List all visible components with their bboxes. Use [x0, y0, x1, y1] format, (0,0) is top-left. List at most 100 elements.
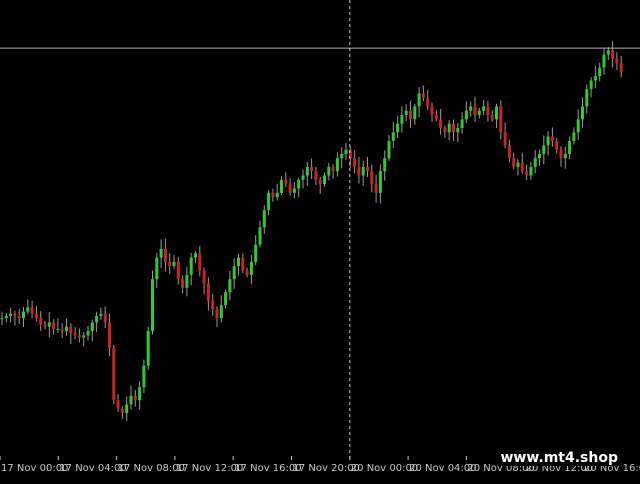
candle-body — [374, 184, 378, 193]
candle-body — [555, 140, 559, 150]
candle-body — [314, 171, 318, 180]
candle-body — [116, 400, 120, 409]
candle-body — [194, 253, 197, 258]
candle-body — [344, 149, 348, 154]
watermark-text: www.mt4.shop — [498, 450, 620, 466]
candle-body — [43, 324, 47, 327]
time-axis-tick-label: 17 Nov 00:00 — [1, 463, 68, 474]
candle-body — [305, 166, 309, 176]
time-axis-tick-label: 20 Nov 00:00 — [351, 463, 418, 474]
candle-body — [133, 395, 137, 401]
candle-body — [215, 309, 219, 319]
candle-body — [82, 335, 86, 338]
candle-body — [120, 408, 124, 414]
candle-body — [151, 279, 154, 332]
candle-body — [581, 106, 584, 120]
candle-body — [232, 266, 236, 280]
candle-body — [417, 93, 421, 107]
candle-body — [22, 311, 25, 319]
candle-body — [512, 158, 516, 167]
candle-body — [400, 115, 404, 124]
candle-body — [507, 145, 511, 159]
candle-body — [254, 244, 258, 262]
candle-body — [267, 192, 271, 211]
candle-body — [525, 171, 529, 176]
candle-body — [52, 322, 56, 329]
candle-body — [443, 128, 447, 133]
candle-body — [430, 106, 434, 116]
candle-body — [34, 313, 38, 319]
candle-body — [477, 110, 481, 116]
candle-body — [185, 274, 189, 288]
candle-body — [142, 365, 146, 388]
time-axis-tick-label: 17 Nov 04:00 — [59, 463, 126, 474]
candle-body — [4, 315, 8, 319]
candle-body — [404, 110, 408, 116]
candle-body — [516, 162, 520, 167]
candle-body — [125, 404, 129, 414]
candle-body — [323, 175, 326, 185]
candle-body — [69, 326, 73, 334]
candle-body — [288, 184, 292, 193]
candle-body — [219, 305, 223, 319]
candle-body — [77, 335, 81, 338]
candle-body — [56, 328, 60, 330]
candle-body — [262, 210, 266, 228]
candle-body — [473, 106, 477, 116]
candle-body — [310, 166, 314, 172]
candlestick-chart[interactable]: 17 Nov 00:0017 Nov 04:0017 Nov 08:0017 N… — [0, 0, 640, 480]
candle-body — [198, 253, 202, 271]
candle-body — [520, 162, 524, 172]
candle-body — [589, 80, 593, 90]
candle-body — [335, 158, 339, 172]
candle-body — [464, 110, 468, 120]
candle-body — [447, 123, 451, 133]
candle-body — [280, 179, 283, 193]
candle-body — [611, 50, 615, 59]
price-chart[interactable]: 17 Nov 00:00 17 Nov 04:00 17 Nov 08:00 17 N… — [0, 0, 640, 480]
candle-body — [189, 257, 193, 275]
candle-body — [409, 110, 412, 120]
candle-body — [17, 315, 21, 319]
candle-body — [340, 153, 344, 159]
candle-body — [602, 54, 606, 68]
candle-body — [103, 313, 107, 323]
candle-body — [361, 166, 365, 176]
candle-body — [90, 322, 94, 332]
candle-body — [211, 300, 215, 310]
candle-body — [434, 115, 438, 120]
candle-body — [129, 395, 133, 405]
candles-layer — [0, 40, 623, 421]
candle-body — [482, 106, 486, 111]
candle-body — [572, 132, 576, 141]
candle-body — [563, 153, 567, 159]
candle-body — [26, 307, 30, 312]
candle-body — [503, 132, 507, 146]
time-axis-tick-label: 17 Nov 16:00 — [234, 463, 301, 474]
candle-body — [249, 261, 253, 275]
candle-body — [469, 106, 473, 111]
candle-body — [318, 179, 322, 185]
candle-body — [606, 50, 610, 55]
candle-body — [331, 166, 335, 172]
candle-body — [0, 318, 4, 320]
candle-body — [353, 158, 357, 167]
candle-body — [542, 145, 546, 154]
candle-body — [99, 313, 103, 316]
candle-body — [550, 136, 554, 141]
candle-body — [559, 149, 563, 159]
candle-body — [387, 140, 391, 159]
candle-body — [538, 153, 541, 159]
candle-body — [181, 279, 185, 288]
candle-body — [73, 333, 77, 336]
candle-body — [86, 331, 90, 336]
candle-body — [228, 279, 232, 293]
candle-body — [486, 106, 490, 116]
candle-body — [456, 128, 460, 133]
candle-body — [108, 322, 111, 349]
candle-body — [237, 257, 240, 267]
candle-body — [245, 270, 249, 275]
candle-body — [568, 140, 572, 154]
candle-body — [378, 171, 382, 193]
candle-body — [495, 106, 498, 120]
